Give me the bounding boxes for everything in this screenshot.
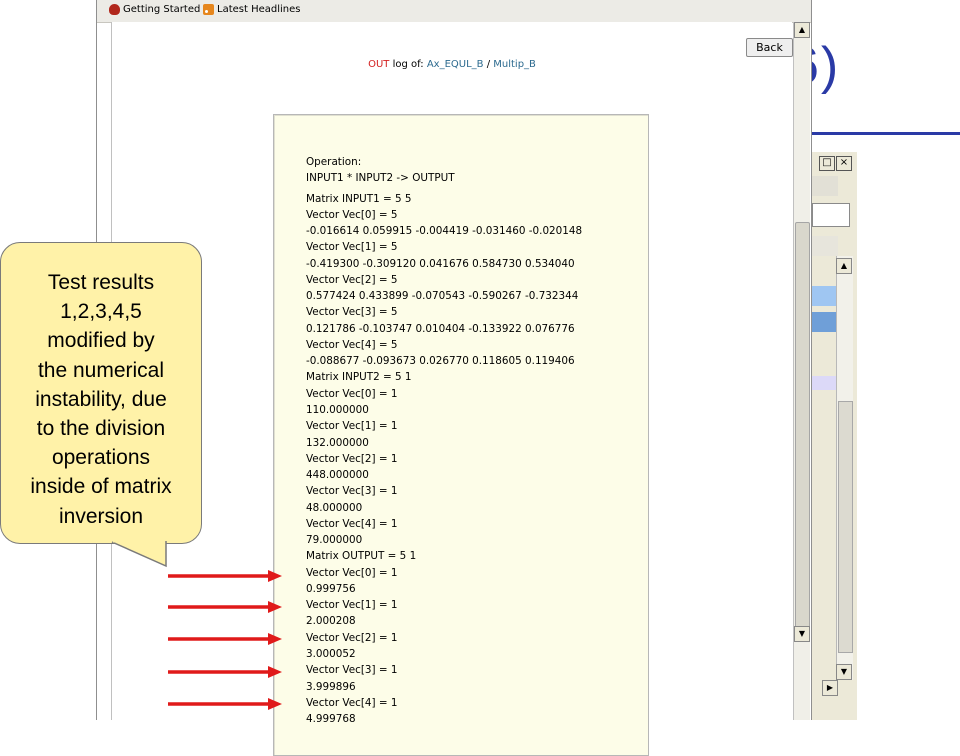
log-line: Operation: (306, 156, 362, 168)
callout-line: the numerical (37, 358, 165, 382)
log-line: 132.000000 (306, 436, 369, 449)
log-line: 48.000000 (306, 501, 363, 514)
log-line: 0.121786 -0.103747 0.010404 -0.133922 0.… (306, 322, 575, 335)
page-content: Back OUT log of: Ax_EQUL_B / Multip_B Op… (111, 22, 793, 756)
log-line: Matrix INPUT1 = 5 5 (306, 192, 412, 205)
log-line: Matrix OUTPUT = 5 1 (306, 550, 417, 563)
background-list-header (812, 258, 838, 282)
log-line: 448.000000 (306, 469, 369, 482)
log-line: 0.577424 0.433899 -0.070543 -0.590267 -0… (306, 290, 579, 303)
log-line: 0.999756 (306, 582, 356, 595)
log-line: -0.016614 0.059915 -0.004419 -0.031460 -… (306, 225, 583, 238)
log-lines: Operation: INPUT1 * INPUT2 -> OUTPUT Matri… (306, 154, 582, 727)
browser-window: Getting Started Latest Headlines Back OU… (96, 0, 812, 756)
log-output-panel: Operation: INPUT1 * INPUT2 -> OUTPUT Matri… (273, 114, 649, 756)
log-line: Vector Vec[0] = 5 (306, 208, 398, 221)
bookmark-getting-started[interactable]: Getting Started (109, 4, 200, 15)
log-title-separator: / (483, 59, 494, 70)
log-line: Vector Vec[0] = 1 (306, 387, 398, 400)
callout-line: inversion (58, 504, 144, 528)
log-line: 4.999768 (306, 713, 356, 726)
callout-line: instability, due (35, 387, 167, 411)
log-line: 110.000000 (306, 403, 369, 416)
log-type-label: OUT (368, 59, 390, 70)
background-list-row-selected[interactable] (812, 286, 838, 306)
callout-line: inside of matrix (30, 475, 172, 499)
log-line: Vector Vec[1] = 1 (306, 599, 398, 612)
slide-title-rule (800, 132, 960, 135)
background-toolbar (812, 176, 838, 196)
bookmarks-toolbar: Getting Started Latest Headlines (97, 0, 811, 23)
bookmark-label: Latest Headlines (217, 4, 301, 15)
page-title: OUT log of: Ax_EQUL_B / Multip_B (112, 59, 792, 70)
callout-line: 1,2,3,4,5 (60, 300, 142, 324)
log-line: Vector Vec[0] = 1 (306, 566, 398, 579)
window-maximize-icon[interactable]: □ (819, 156, 835, 171)
log-title-text: log of: (389, 59, 427, 70)
log-line: 3.000052 (306, 647, 356, 660)
log-line: Vector Vec[1] = 5 (306, 241, 398, 254)
background-address-field[interactable] (812, 203, 850, 227)
log-line: Vector Vec[4] = 1 (306, 696, 398, 709)
log-line: -0.088677 -0.093673 0.026770 0.118605 0.… (306, 355, 575, 368)
background-list-row[interactable] (812, 376, 838, 390)
rss-icon (203, 4, 214, 15)
log-line: -0.419300 -0.309120 0.041676 0.584730 0.… (306, 257, 575, 270)
log-line: Vector Vec[3] = 1 (306, 485, 398, 498)
log-line: Vector Vec[3] = 1 (306, 664, 398, 677)
log-line: 2.000208 (306, 615, 356, 628)
background-scroll-right-icon[interactable]: ▶ (822, 680, 838, 696)
log-line: Vector Vec[4] = 5 (306, 338, 398, 351)
browser-scrollbar-thumb[interactable] (795, 222, 810, 634)
callout-line: modified by (47, 329, 155, 353)
module-link-ax-equl-b[interactable]: Ax_EQUL_B (427, 59, 484, 70)
window-close-icon[interactable]: × (836, 156, 852, 171)
log-line: INPUT1 * INPUT2 -> OUTPUT (306, 172, 455, 185)
background-list-row-highlighted[interactable] (812, 312, 838, 332)
background-scrollbar[interactable] (836, 256, 853, 680)
scroll-down-icon[interactable]: ▼ (794, 626, 810, 642)
callout-line: operations (51, 446, 151, 470)
log-line: Matrix INPUT2 = 5 1 (306, 371, 412, 384)
log-line: Vector Vec[3] = 5 (306, 306, 398, 319)
scroll-up-icon[interactable]: ▲ (794, 22, 810, 38)
log-line: Vector Vec[1] = 1 (306, 420, 398, 433)
background-scroll-down-icon[interactable]: ▼ (836, 664, 852, 680)
firefox-icon (109, 4, 120, 15)
bookmark-latest-headlines[interactable]: Latest Headlines (203, 4, 301, 15)
log-line: Vector Vec[2] = 5 (306, 273, 398, 286)
callout-line: to the division (36, 417, 166, 441)
module-link-multip-b[interactable]: Multip_B (493, 59, 536, 70)
browser-scrollbar[interactable]: ▲ ▼ (793, 22, 810, 720)
log-line: Vector Vec[4] = 1 (306, 517, 398, 530)
callout-line: Test results (47, 271, 155, 294)
log-line: 79.000000 (306, 534, 363, 547)
background-scroll-up-icon[interactable]: ▲ (836, 258, 852, 274)
log-line: 3.999896 (306, 680, 356, 693)
back-button[interactable]: Back (746, 38, 793, 57)
log-line: Vector Vec[2] = 1 (306, 631, 398, 644)
background-scrollbar-thumb[interactable] (838, 401, 853, 653)
log-line: Vector Vec[2] = 1 (306, 452, 398, 465)
callout-text: Test results 1,2,3,4,5 modified by the n… (8, 268, 194, 531)
background-tab-strip (812, 236, 838, 256)
bookmark-label: Getting Started (123, 4, 201, 15)
